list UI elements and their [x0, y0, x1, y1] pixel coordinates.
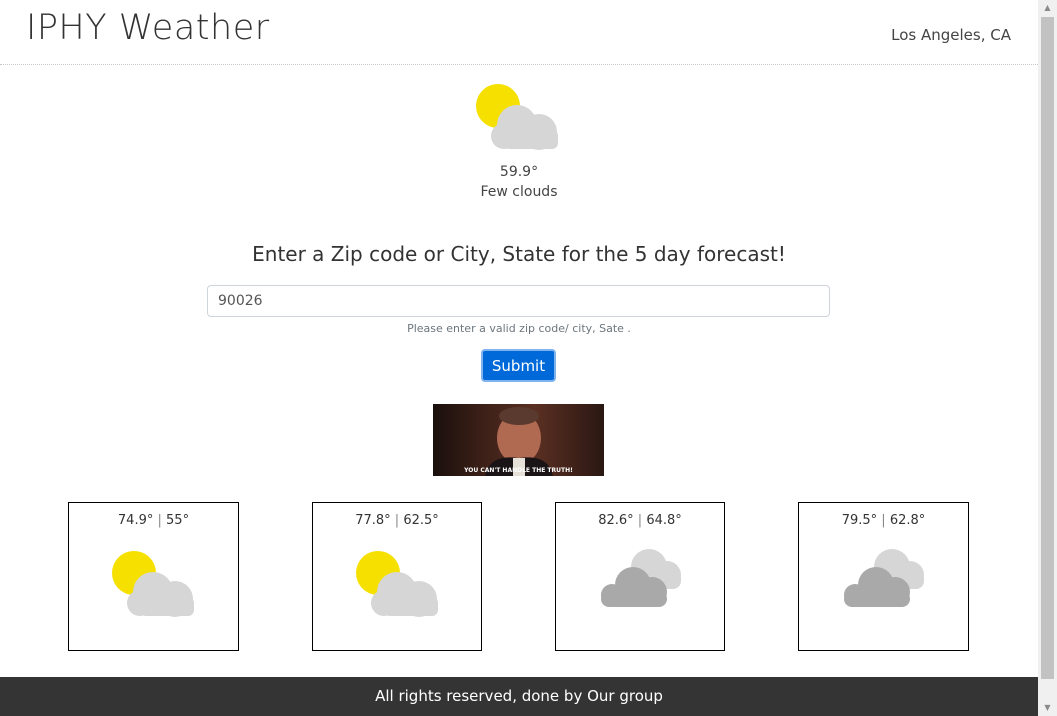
scrollbar-thumb[interactable] — [1041, 17, 1054, 679]
scroll-down-icon[interactable]: ▼ — [1038, 700, 1057, 716]
reaction-gif: YOU CAN'T HANDLE THE TRUTH! — [433, 404, 604, 476]
submit-button[interactable]: Submit — [481, 349, 556, 382]
scroll-up-icon[interactable]: ▲ — [1038, 0, 1057, 16]
broken-clouds-icon — [844, 549, 924, 607]
low-temp: 64.8° — [646, 513, 682, 528]
low-temp: 62.5° — [403, 513, 439, 528]
broken-clouds-icon — [601, 549, 681, 607]
header: IPHY Weather Los Angeles, CA — [0, 0, 1038, 65]
current-weather: 59.9° Few clouds — [0, 80, 1038, 200]
temp-separator: | — [881, 513, 886, 528]
high-temp: 77.8° — [355, 513, 391, 528]
main-content: IPHY Weather Los Angeles, CA 59.9° Few c… — [0, 0, 1038, 716]
forecast-temps: 79.5° | 62.8° — [799, 513, 968, 528]
forecast-temps: 74.9° | 55° — [69, 513, 238, 528]
current-description: Few clouds — [480, 184, 558, 200]
forecast-prompt: Enter a Zip code or City, State for the … — [252, 242, 786, 266]
high-temp: 74.9° — [117, 513, 154, 528]
search-help-text: Please enter a valid zip code/ city, Sat… — [407, 322, 631, 335]
forecast-temps: 77.8° | 62.5° — [313, 513, 481, 528]
page: IPHY Weather Los Angeles, CA 59.9° Few c… — [0, 0, 1057, 716]
footer: All rights reserved, done by Our group — [0, 677, 1038, 716]
forecast-card: 82.6° | 64.8° — [555, 502, 725, 651]
high-temp: 79.5° — [841, 513, 878, 528]
forecast-card: 77.8° | 62.5° — [312, 502, 482, 651]
few-clouds-icon — [356, 551, 438, 617]
few-clouds-icon — [112, 551, 194, 617]
temp-separator: | — [637, 513, 643, 528]
forecast-card: 79.5° | 62.8° — [798, 502, 969, 651]
gif-figure — [485, 407, 553, 476]
temp-separator: | — [394, 513, 400, 528]
forecast-card: 74.9° | 55° — [68, 502, 239, 651]
few-clouds-icon — [476, 84, 558, 150]
location-search-input[interactable] — [207, 285, 830, 317]
high-temp: 82.6° — [598, 513, 634, 528]
gif-caption: YOU CAN'T HANDLE THE TRUTH! — [464, 467, 573, 474]
brand-title[interactable]: IPHY Weather — [26, 8, 270, 48]
low-temp: 55° — [166, 513, 190, 528]
vertical-scrollbar[interactable]: ▲ ▼ — [1038, 0, 1057, 716]
low-temp: 62.8° — [889, 513, 926, 528]
temp-separator: | — [157, 513, 162, 528]
forecast-temps: 82.6° | 64.8° — [556, 513, 724, 528]
current-temperature: 59.9° — [499, 164, 539, 180]
location-label: Los Angeles, CA — [891, 26, 1011, 44]
